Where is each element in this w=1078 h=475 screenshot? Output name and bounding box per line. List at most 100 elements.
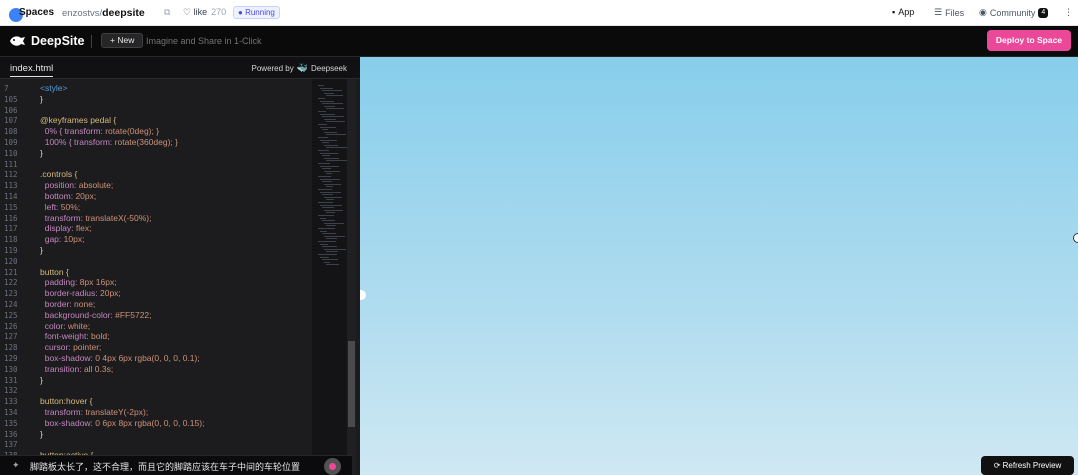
code-line[interactable]: box-shadow: 0 4px 6px rgba(0, 0, 0, 0.1)… bbox=[40, 353, 200, 363]
code-line[interactable]: padding: 8px 16px; bbox=[40, 277, 117, 287]
line-number: 127 bbox=[4, 332, 18, 342]
minimap-line bbox=[324, 183, 341, 185]
tab-files[interactable]: ☰ Files bbox=[934, 7, 964, 18]
file-tab-index[interactable]: index.html bbox=[10, 63, 54, 77]
app-icon: ▪ bbox=[892, 7, 896, 17]
repo-owner[interactable]: enzostvs/ bbox=[62, 8, 102, 19]
code-line[interactable]: position: absolute; bbox=[40, 180, 114, 190]
minimap-line bbox=[320, 204, 342, 206]
line-number: 133 bbox=[4, 397, 18, 407]
code-line[interactable]: font-weight: bold; bbox=[40, 331, 110, 341]
line-number: 137 bbox=[4, 440, 18, 450]
minimap-line bbox=[318, 241, 336, 242]
scroll-thumb[interactable] bbox=[348, 341, 355, 427]
minimap-line bbox=[318, 202, 333, 203]
code-line[interactable]: border: none; bbox=[40, 299, 96, 309]
like-label: like bbox=[193, 7, 208, 17]
code-line[interactable]: <style> bbox=[40, 83, 67, 93]
code-line[interactable]: color: white; bbox=[40, 321, 90, 331]
editor-scrollbar[interactable] bbox=[347, 79, 356, 475]
code-editor-panel: index.html Powered by 🐳 Deepseek 7 105 106… bbox=[0, 57, 360, 475]
code-line[interactable]: transform: translateY(-2px); bbox=[40, 407, 148, 417]
code-line[interactable]: button { bbox=[40, 267, 69, 277]
line-number: 121 bbox=[4, 267, 18, 277]
minimap-line bbox=[326, 186, 333, 188]
line-number: 124 bbox=[4, 300, 18, 309]
code-line[interactable]: } bbox=[40, 429, 43, 439]
minimap-line bbox=[326, 160, 348, 162]
minimap-line bbox=[324, 131, 337, 133]
code-line[interactable]: 100% { transform: rotate(360deg); } bbox=[40, 137, 178, 147]
code-line[interactable]: display: flex; bbox=[40, 223, 92, 233]
code-line[interactable]: background-color: #FF5722; bbox=[40, 310, 152, 320]
community-count-badge: 4 bbox=[1038, 7, 1049, 18]
minimap-line bbox=[322, 116, 344, 118]
tab-community[interactable]: ◉ Community 4 bbox=[979, 7, 1049, 18]
minimap-line bbox=[326, 199, 334, 201]
code-line[interactable]: left: 50%; bbox=[40, 202, 80, 212]
minimap-line bbox=[324, 92, 334, 94]
more-menu-icon[interactable]: ⋮ bbox=[1064, 7, 1073, 18]
minimap-line bbox=[322, 246, 337, 248]
code-line[interactable]: } bbox=[40, 375, 43, 385]
like-button[interactable]: ♡ like 270 bbox=[183, 7, 226, 18]
like-count: 270 bbox=[211, 7, 227, 17]
code-line[interactable]: } bbox=[40, 148, 43, 158]
code-area[interactable]: 7 105 106 107 108 109 110 111 112 113 114 115 116 117… bbox=[0, 79, 312, 475]
code-line[interactable]: } bbox=[40, 94, 43, 104]
line-number: 119 bbox=[4, 246, 18, 255]
minimap-line bbox=[326, 238, 337, 240]
line-number: 125 bbox=[4, 310, 18, 320]
copy-icon[interactable]: ⧉ bbox=[164, 7, 170, 18]
minimap-line bbox=[322, 207, 334, 209]
code-line[interactable]: box-shadow: 0 6px 8px rgba(0, 0, 0, 0.15… bbox=[40, 418, 205, 428]
code-line[interactable]: bottom: 20px; bbox=[40, 191, 97, 201]
minimap-line bbox=[322, 220, 335, 222]
repo-name[interactable]: deepsite bbox=[102, 7, 145, 19]
line-number: 122 bbox=[4, 278, 18, 288]
minimap-line bbox=[322, 142, 329, 144]
refresh-preview-button[interactable]: ⟳ Refresh Preview bbox=[981, 456, 1074, 475]
send-button[interactable] bbox=[324, 458, 341, 475]
minimap[interactable] bbox=[312, 79, 352, 475]
minimap-line bbox=[322, 129, 328, 131]
code-line[interactable]: transform: translateX(-50%); bbox=[40, 213, 152, 223]
app-title: DeepSite bbox=[31, 34, 85, 48]
code-line[interactable]: } bbox=[40, 245, 43, 255]
powered-by-label: Powered by bbox=[251, 64, 294, 73]
prompt-input[interactable]: 脚踏板太长了，这不合理，而且它的脚踏应该在车子中间的车轮位置 bbox=[30, 460, 300, 473]
minimap-line bbox=[320, 87, 333, 89]
right-edge-handle[interactable] bbox=[1073, 233, 1078, 243]
new-button[interactable]: + New bbox=[101, 33, 144, 48]
code-line[interactable]: @keyframes pedal { bbox=[40, 115, 116, 125]
code-line[interactable]: transition: all 0.3s; bbox=[40, 364, 114, 374]
tab-files-label: Files bbox=[945, 7, 965, 18]
code-line[interactable]: border-radius: 20px; bbox=[40, 288, 121, 298]
line-number: 131 bbox=[4, 375, 18, 385]
line-number: 105 bbox=[4, 94, 18, 104]
line-number: 109 bbox=[4, 138, 18, 147]
spaces-link[interactable]: Spaces bbox=[19, 7, 54, 18]
minimap-line bbox=[320, 243, 328, 245]
code-line[interactable]: .controls { bbox=[40, 169, 77, 179]
deploy-button[interactable]: Deploy to Space bbox=[987, 30, 1071, 51]
code-line[interactable]: cursor: pointer; bbox=[40, 342, 102, 352]
heart-icon: ♡ bbox=[183, 7, 192, 17]
line-number: 7 bbox=[4, 84, 9, 93]
minimap-line bbox=[318, 137, 328, 138]
minimap-line bbox=[320, 256, 329, 258]
status-badge: ● Running bbox=[233, 6, 280, 19]
minimap-line bbox=[324, 105, 335, 107]
deepseek-whale-icon: 🐳 bbox=[296, 63, 308, 73]
minimap-line bbox=[326, 173, 332, 175]
code-line[interactable]: gap: 10px; bbox=[40, 234, 85, 244]
code-line[interactable]: button:hover { bbox=[40, 396, 92, 406]
tab-app[interactable]: ▪ App bbox=[892, 7, 914, 17]
minimap-line bbox=[320, 191, 341, 193]
line-number: 126 bbox=[4, 321, 18, 331]
code-line[interactable]: 0% { transform: rotate(0deg); } bbox=[40, 126, 159, 136]
deepsite-logo-icon bbox=[10, 36, 25, 46]
minimap-line bbox=[322, 155, 330, 157]
repo-breadcrumb[interactable]: enzostvs/deepsite bbox=[62, 7, 145, 19]
resize-handle[interactable] bbox=[360, 290, 366, 300]
